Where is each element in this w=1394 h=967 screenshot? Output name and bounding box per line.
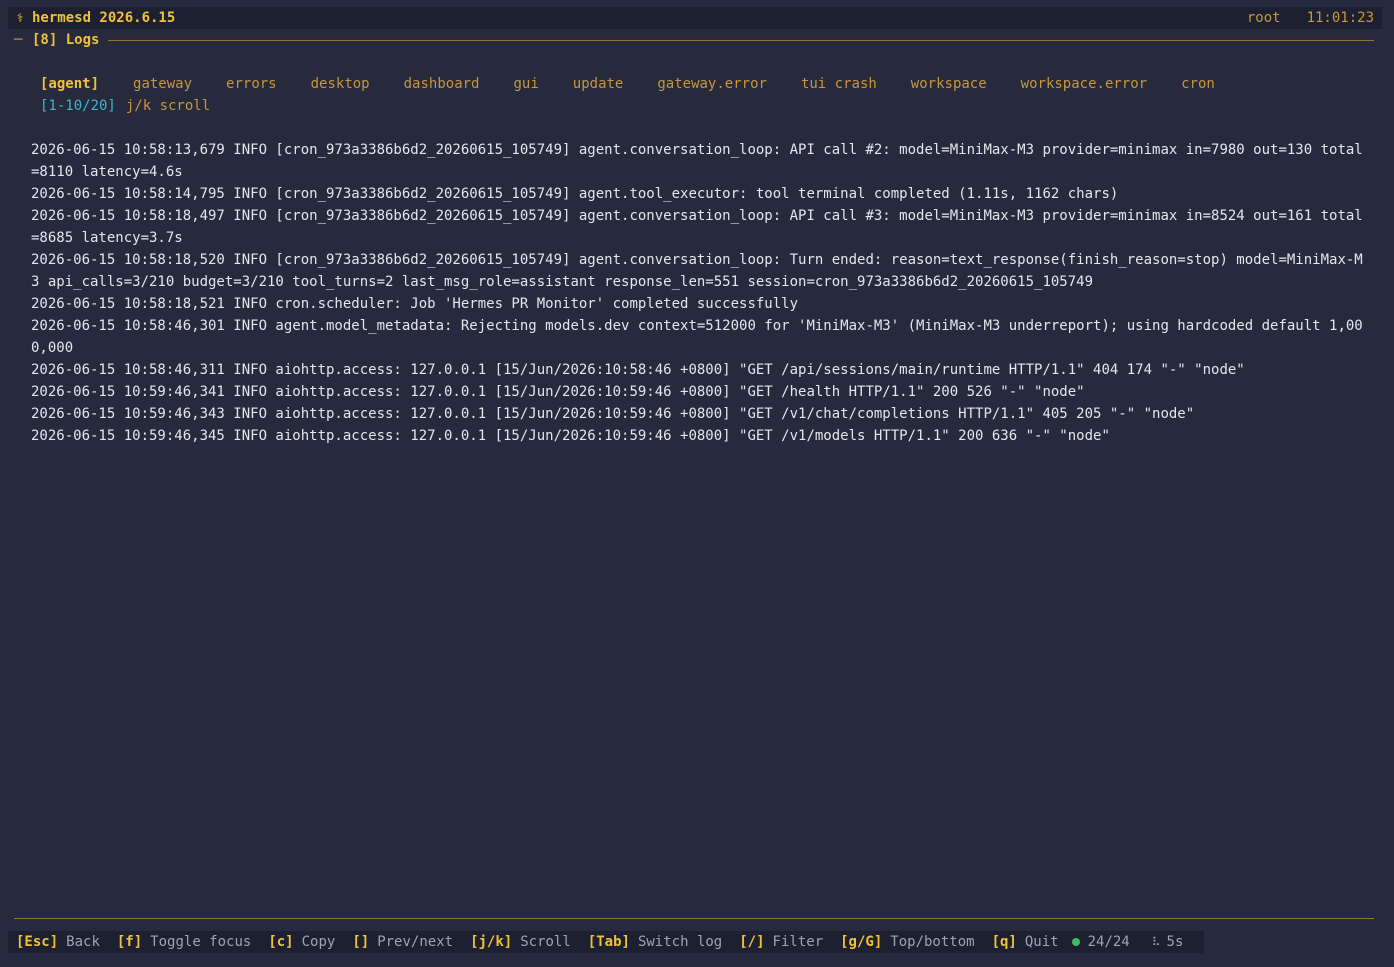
key-hints-bar: [Esc] Back [f] Toggle focus [c] Copy [] Prev/ne… xyxy=(8,931,1204,953)
shortcut-switch-log[interactable]: [Tab] Switch log xyxy=(588,934,722,950)
log-line: 2026-06-15 10:58:46,311 INFO aiohttp.acc… xyxy=(31,362,1245,378)
status-count: 24/24 xyxy=(1087,934,1130,950)
title-bar-status: root 11:01:23 xyxy=(1247,7,1374,29)
shortcut-label: Scroll xyxy=(520,934,571,950)
log-line: 2026-06-15 10:58:14,795 INFO [cron_973a3… xyxy=(31,186,1119,202)
shortcut-key: [j/k] xyxy=(470,934,513,950)
shortcut-key: [/] xyxy=(739,934,765,950)
panel-title: [8] Logs xyxy=(32,32,100,48)
title-bar: ⚕ hermesd 2026.6.15 root 11:01:23 xyxy=(8,7,1382,29)
shortcut-key: [Tab] xyxy=(587,934,630,950)
app-name: hermesd 2026.6.15 xyxy=(32,10,176,26)
log-line: 2026-06-15 10:58:18,521 INFO cron.schedu… xyxy=(31,296,799,312)
log-tabs: [agent] gateway errors desktop dashboard gui u… xyxy=(40,74,1249,94)
shortcut-scroll[interactable]: [j/k] Scroll xyxy=(470,934,571,950)
spinner-icon: ⠧ xyxy=(1151,935,1161,949)
log-line: 2026-06-15 10:58:18,520 INFO [cron_973a3… xyxy=(31,252,1363,290)
shortcut-key: [q] xyxy=(991,934,1017,950)
status-ok-icon xyxy=(1071,938,1080,946)
terminal-screen: ⚕ hermesd 2026.6.15 root 11:01:23 ─ [8] … xyxy=(0,0,1394,967)
shortcut-label: Top/bottom xyxy=(890,934,975,950)
caduceus-icon: ⚕ xyxy=(16,11,24,25)
log-line: 2026-06-15 10:59:46,341 INFO aiohttp.acc… xyxy=(31,384,1085,400)
shortcut-label: Copy xyxy=(301,934,336,950)
shortcut-key: [Esc] xyxy=(16,934,59,950)
shortcut-toggle-focus[interactable]: [f] Toggle focus xyxy=(117,934,251,950)
clock: 11:01:23 xyxy=(1306,10,1374,26)
tab-errors[interactable]: errors xyxy=(226,76,277,92)
line-range: [1-10/20] xyxy=(40,98,116,114)
footer-divider xyxy=(14,918,1374,919)
shortcut-label: Switch log xyxy=(637,934,723,950)
log-line: 2026-06-15 10:59:46,345 INFO aiohttp.acc… xyxy=(31,428,1110,444)
tab-gateway[interactable]: gateway xyxy=(133,76,192,92)
logs-panel-header: ─ [8] Logs xyxy=(14,30,1374,50)
tab-cron[interactable]: cron xyxy=(1181,76,1215,92)
shortcut-label: Quit xyxy=(1024,934,1059,950)
tab-gui[interactable]: gui xyxy=(513,76,538,92)
refresh-interval: 5s xyxy=(1166,934,1184,950)
tab-workspace[interactable]: workspace xyxy=(911,76,987,92)
tab-dashboard[interactable]: dashboard xyxy=(404,76,480,92)
shortcut-copy[interactable]: [c] Copy xyxy=(268,934,335,950)
shortcut-key: [f] xyxy=(116,934,143,950)
scroll-hint: j/k scroll xyxy=(125,98,211,114)
tab-desktop[interactable]: desktop xyxy=(311,76,370,92)
current-user: root xyxy=(1246,10,1281,26)
log-line: 2026-06-15 10:58:13,679 INFO [cron_973a3… xyxy=(31,142,1363,180)
tab-update[interactable]: update xyxy=(573,76,624,92)
log-line: 2026-06-15 10:59:46,343 INFO aiohttp.acc… xyxy=(31,406,1195,422)
shortcut-quit[interactable]: [q] Quit xyxy=(992,934,1059,950)
shortcut-prev-next[interactable]: [] Prev/next xyxy=(352,934,453,950)
header-divider xyxy=(108,39,1374,41)
log-output[interactable]: 2026-06-15 10:58:13,679 INFO [cron_973a3… xyxy=(31,139,1371,447)
scroll-info: [1-10/20] j/k scroll xyxy=(40,96,210,116)
shortcut-key: [g/G] xyxy=(840,934,883,950)
log-line: 2026-06-15 10:58:46,301 INFO agent.model… xyxy=(31,318,1363,356)
tab-gateway-error[interactable]: gateway.error xyxy=(657,76,767,92)
shortcut-key: [c] xyxy=(268,934,294,950)
shortcut-key: [] xyxy=(352,934,370,950)
shortcut-back[interactable]: [Esc] Back xyxy=(16,934,100,950)
tab-agent[interactable]: [agent] xyxy=(40,76,99,92)
shortcut-top-bottom[interactable]: [g/G] Top/bottom xyxy=(840,934,974,950)
tab-workspace-error[interactable]: workspace.error xyxy=(1021,76,1147,92)
shortcut-label: Filter xyxy=(772,934,824,950)
log-line: 2026-06-15 10:58:18,497 INFO [cron_973a3… xyxy=(31,208,1363,246)
shortcut-filter[interactable]: [/] Filter xyxy=(739,934,823,950)
tab-tui-crash[interactable]: tui crash xyxy=(801,76,877,92)
header-dash: ─ xyxy=(14,32,23,48)
shortcut-label: Toggle focus xyxy=(150,934,252,950)
shortcut-label: Prev/next xyxy=(377,934,454,950)
shortcut-label: Back xyxy=(66,934,100,950)
